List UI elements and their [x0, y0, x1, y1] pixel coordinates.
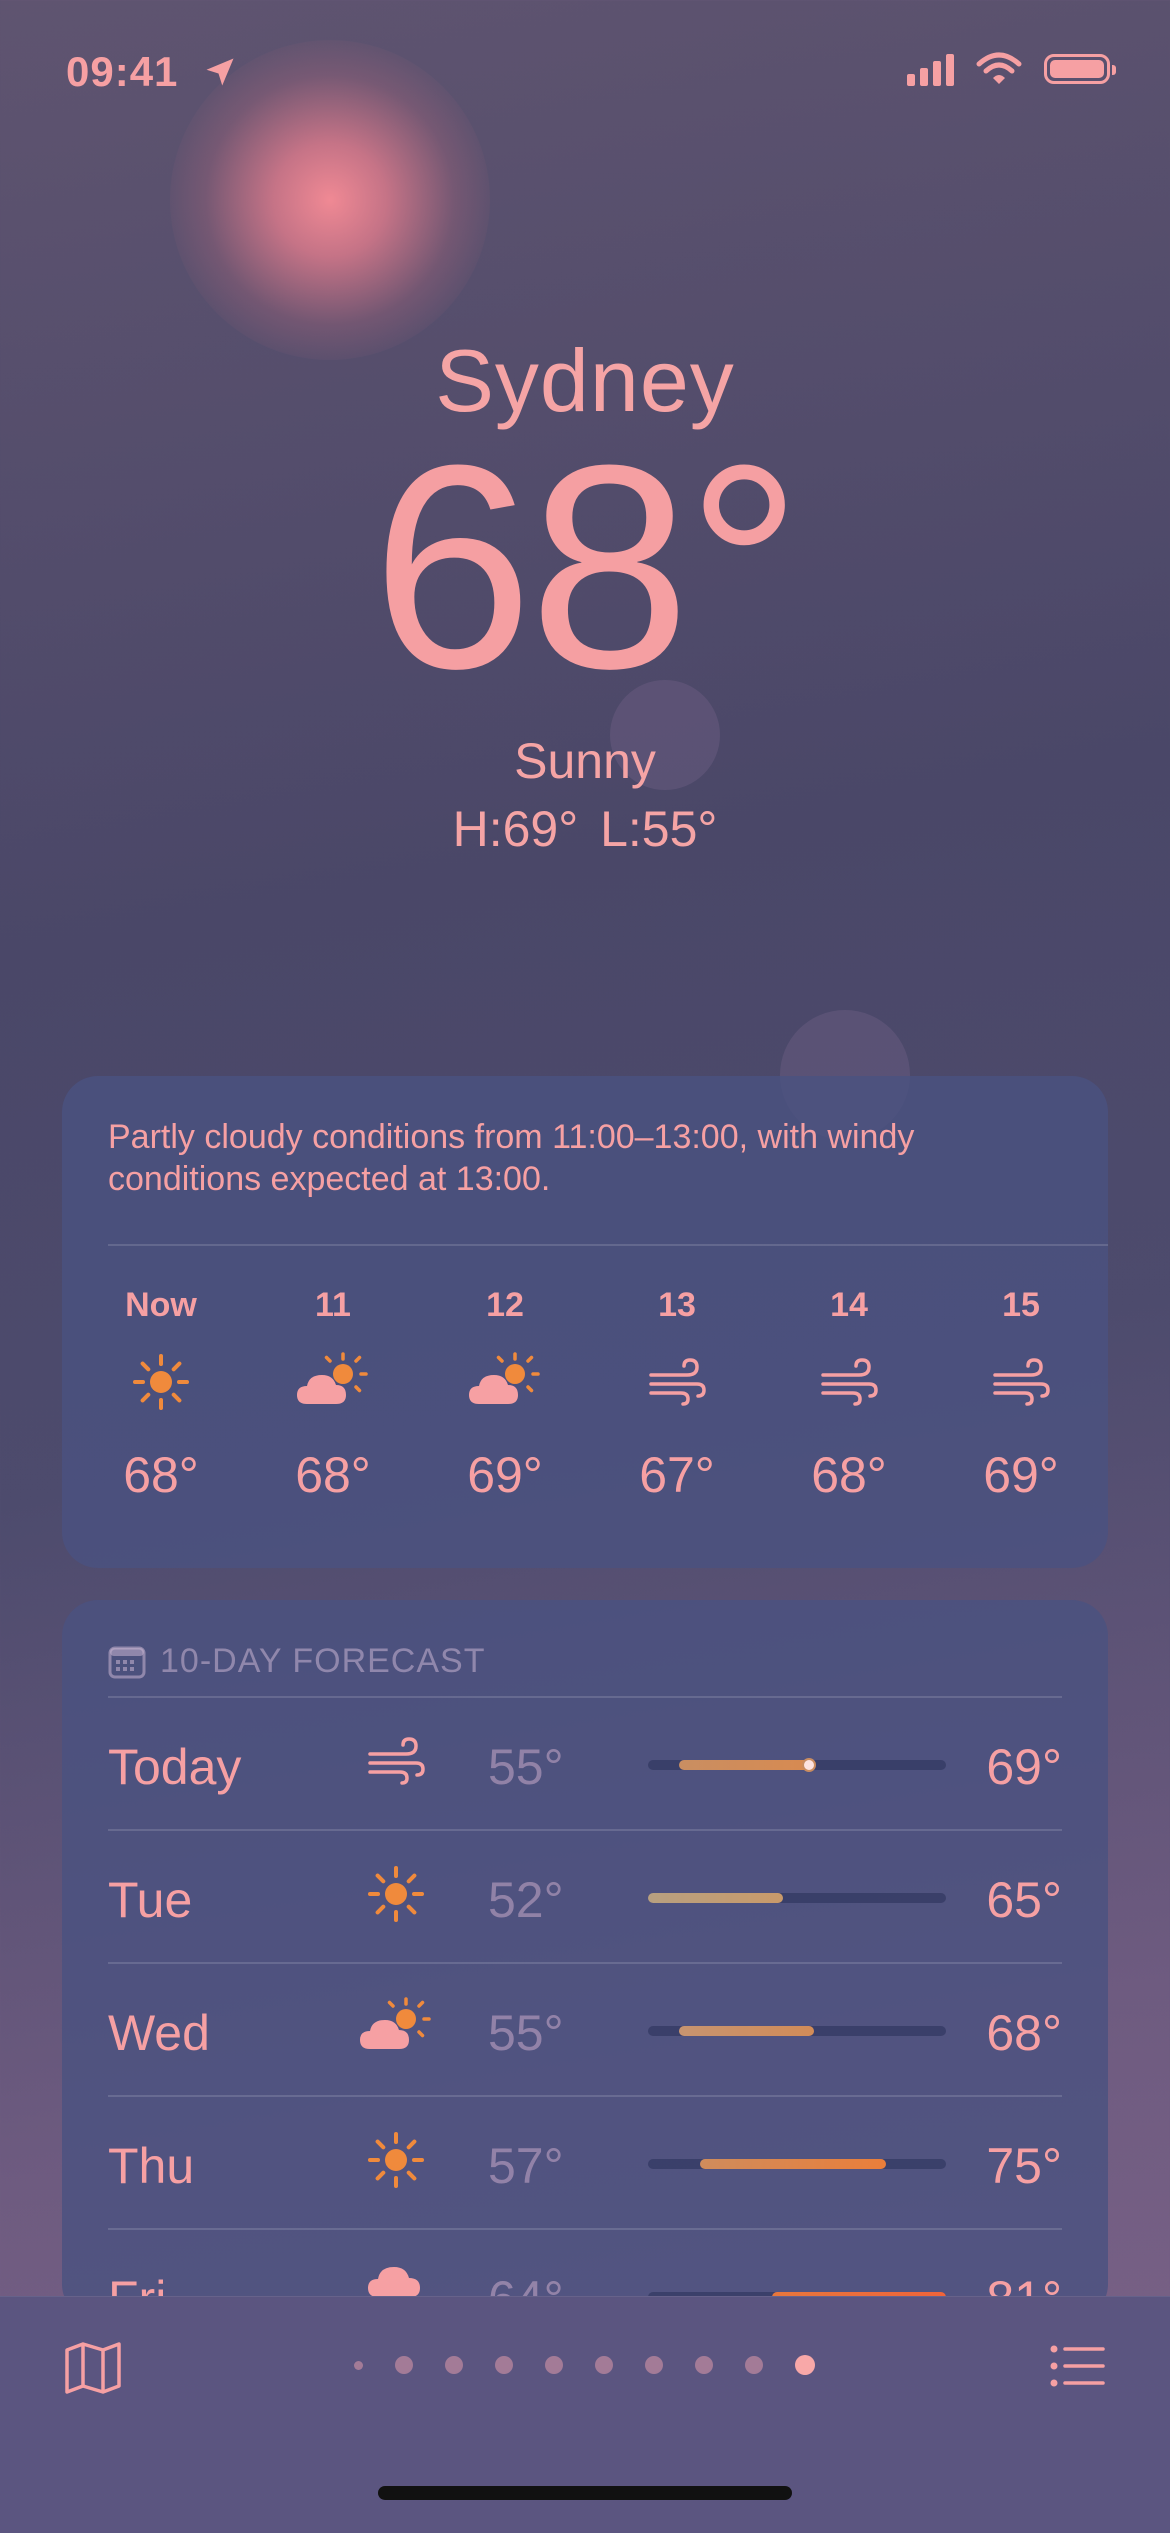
page-dot [595, 2356, 613, 2374]
partly-cloudy-icon [297, 1352, 368, 1404]
day-label: Today [108, 1739, 242, 1795]
forecast-summary: Partly cloudy conditions from 11:00–13:0… [108, 1118, 915, 1198]
page-dot [695, 2356, 713, 2374]
hour-label: 15 [1002, 1286, 1040, 1324]
temp-range-bar [700, 2159, 886, 2169]
hour-label: 11 [315, 1286, 351, 1324]
day-low: 55° [488, 1739, 564, 1795]
sun-icon [368, 1866, 424, 1922]
hour-temp: 68° [811, 1447, 887, 1503]
home-indicator[interactable] [378, 2486, 792, 2500]
daily-header: 10-DAY FORECAST [108, 1642, 485, 1681]
page-dot [745, 2356, 763, 2374]
daily-list[interactable]: Today 55° 69° Tue 52° 65° Wed 55° 68° Th… [108, 1696, 1062, 2320]
current-condition: Sunny [514, 733, 656, 789]
hour-item: 15 69° [936, 1286, 1106, 1504]
high-low: H:69° L:55° [452, 801, 718, 857]
hour-item: 14 68° [764, 1286, 934, 1504]
wind-icon [993, 1358, 1050, 1406]
day-label: Tue [108, 1872, 193, 1928]
hour-label: 13 [658, 1286, 696, 1324]
temp-range-bar [679, 1760, 814, 1770]
day-label: Wed [108, 2005, 210, 2061]
daily-forecast-card[interactable]: 10-DAY FORECAST Today 55° 69° Tue 52° 65… [62, 1600, 1108, 2320]
hour-label: 14 [830, 1286, 868, 1324]
current-temp-marker [802, 1758, 816, 1772]
hour-temp: 68° [123, 1447, 199, 1503]
list-icon[interactable] [1050, 2345, 1106, 2387]
wind-icon [368, 1737, 425, 1785]
hourly-forecast-card[interactable]: Partly cloudy conditions from 11:00–13:0… [62, 1076, 1108, 1568]
hour-item: Now 68° [76, 1286, 246, 1504]
day-row[interactable]: Thu 57° 75° [108, 2095, 1062, 2228]
battery-icon [1044, 54, 1116, 84]
day-row[interactable]: Tue 52° 65° [108, 1829, 1062, 1962]
day-low: 55° [488, 2005, 564, 2061]
day-low: 57° [488, 2138, 564, 2194]
daily-header-label: 10-DAY FORECAST [160, 1642, 486, 1680]
day-high: 68° [986, 2005, 1062, 2061]
wind-icon [821, 1358, 878, 1406]
hour-temp: 69° [467, 1447, 543, 1503]
day-row[interactable]: Today 55° 69° [108, 1696, 1062, 1829]
day-label: Thu [108, 2138, 195, 2194]
status-time: 09:41 [66, 48, 179, 95]
hour-temp: 67° [639, 1447, 715, 1503]
day-row[interactable]: Wed 55° 68° [108, 1962, 1062, 2095]
current-temperature: 68° [371, 405, 803, 729]
temp-range-bar [648, 1893, 783, 1903]
map-icon[interactable] [64, 2341, 122, 2395]
divider [108, 1244, 1108, 1246]
temp-range-track [648, 2026, 946, 2036]
page-dot [495, 2356, 513, 2374]
page-dot [354, 2360, 363, 2370]
day-high: 75° [986, 2138, 1062, 2194]
current-weather: Sydney 68° Sunny H:69° L:55° [0, 330, 1170, 858]
location-arrow-icon [206, 58, 234, 86]
hourly-list[interactable]: Now 68° 11 68° 12 69° 13 67° 14 68° 15 6… [76, 1286, 1106, 1504]
sun-icon [133, 1354, 189, 1410]
signal-icon [907, 52, 954, 86]
temp-range-track [648, 1758, 946, 1772]
page-indicator[interactable] [354, 2355, 815, 2375]
hour-temp: 69° [983, 1447, 1059, 1503]
temp-range-track [648, 2159, 946, 2169]
temp-range-bar [679, 2026, 814, 2036]
hour-label: 12 [486, 1286, 524, 1324]
sun-icon [368, 2132, 424, 2188]
hour-temp: 68° [295, 1447, 371, 1503]
wifi-icon [976, 52, 1022, 84]
calendar-icon [108, 1646, 146, 1678]
day-high: 65° [986, 1872, 1062, 1928]
day-low: 52° [488, 1872, 564, 1928]
page-dot-active [795, 2355, 815, 2375]
page-dot [395, 2356, 413, 2374]
hour-item: 12 69° [420, 1286, 590, 1504]
hour-item: 11 68° [248, 1286, 418, 1504]
wind-icon [649, 1358, 706, 1406]
page-dot [545, 2356, 563, 2374]
partly-cloudy-icon [469, 1352, 540, 1404]
status-bar: 09:41 [66, 48, 1116, 104]
page-dot [645, 2356, 663, 2374]
day-high: 69° [986, 1739, 1062, 1795]
partly-cloudy-icon [360, 1997, 431, 2049]
page-dot [445, 2356, 463, 2374]
hour-item: 13 67° [592, 1286, 762, 1504]
temp-range-track [648, 1893, 946, 1903]
hour-label: Now [125, 1286, 197, 1324]
